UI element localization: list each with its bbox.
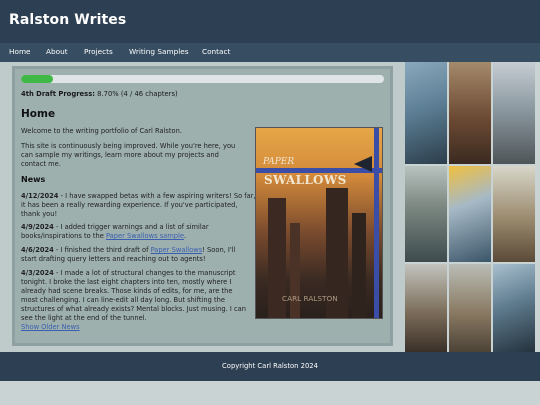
nav-home[interactable]: Home [9, 47, 31, 56]
news-text: see the light at the end of the tunnel. [21, 314, 147, 322]
news-text: most challenging. I can line-edit all da… [21, 296, 225, 304]
gallery-image-mech-robot[interactable] [449, 166, 491, 262]
news-heading: News [21, 175, 46, 184]
draft-progress-fill [21, 75, 53, 83]
draft-progress-bar [21, 75, 384, 83]
news-text: - I made a lot of structural changes to … [53, 269, 236, 277]
news-date: 4/12/2024 [21, 192, 59, 200]
news-text: tonight. I broke the last eight chapters… [21, 278, 232, 286]
cover-stripe [374, 128, 379, 318]
cover-author: CARL RALSTON [282, 294, 338, 303]
intro-text-2b: can sample my writings, learn more about… [21, 151, 219, 159]
gallery-image-harbor-city[interactable] [405, 166, 447, 262]
cover-title-main: SWALLOWS [264, 173, 347, 187]
gallery-image-steampunk-street[interactable] [449, 62, 491, 164]
cover-art [352, 213, 366, 318]
swallow-icon [354, 156, 372, 172]
intro-text-2c: contact me. [21, 160, 61, 168]
news-text: - I have swapped betas with a few aspiri… [58, 192, 256, 200]
news-text: books/inspirations to the [21, 232, 106, 240]
gallery-image-mech-robot[interactable] [493, 264, 535, 352]
intro-text-2a: This site is continuously being improved… [21, 142, 236, 150]
news-text: . [184, 232, 187, 240]
book-cover-paper-swallows[interactable]: PAPER SWALLOWS CARL RALSTON [255, 127, 383, 319]
main-nav: Home About Projects Writing Samples Cont… [0, 43, 540, 62]
news-text-line: books/inspirations to the Paper Swallows… [21, 232, 186, 241]
news-text: it has been a really rewarding experienc… [21, 201, 238, 209]
news-text: - I finished the third draft of [53, 246, 151, 254]
nav-about[interactable]: About [46, 47, 68, 56]
intro-text-1: Welcome to the writing portfolio of Carl… [21, 127, 182, 135]
gallery-image-dock[interactable] [449, 264, 491, 352]
gallery-image-castle[interactable] [493, 166, 535, 262]
home-heading: Home [21, 108, 56, 120]
news-text: - I added trigger warnings and a list of… [53, 223, 209, 231]
site-header: Ralston Writes [0, 0, 540, 43]
news-text: thank you! [21, 210, 58, 218]
copyright-text: Copyright Carl Ralston 2024 [222, 362, 318, 370]
cover-art [290, 223, 300, 318]
cover-title-top: PAPER [263, 157, 295, 167]
image-gallery [405, 62, 540, 352]
news-item-1: 4/9/2024 - I added trigger warnings and … [21, 223, 209, 232]
paper-swallows-link[interactable]: Paper Swallows [151, 246, 203, 254]
news-item-2: 4/6/2024 - I finished the third draft of… [21, 246, 235, 255]
news-text: start drafting query letters and reachin… [21, 255, 206, 263]
site-footer: Copyright Carl Ralston 2024 [0, 352, 540, 381]
progress-label: 4th Draft Progress: [21, 90, 95, 98]
show-older-news-link[interactable]: Show Older News [21, 323, 80, 332]
gallery-image-pagoda[interactable] [405, 264, 447, 352]
news-date: 4/3/2024 [21, 269, 54, 277]
gallery-image-mountain-town[interactable] [493, 62, 535, 164]
paper-swallows-sample-link[interactable]: Paper Swallows sample [106, 232, 184, 240]
news-date: 4/9/2024 [21, 223, 54, 231]
news-item-0: 4/12/2024 - I have swapped betas with a … [21, 192, 256, 201]
nav-projects[interactable]: Projects [84, 47, 113, 56]
site-title[interactable]: Ralston Writes [9, 12, 126, 28]
gallery-image-mech-robot[interactable] [405, 62, 447, 164]
draft-progress-text: 4th Draft Progress: 8.70% (4 / 46 chapte… [21, 90, 178, 98]
progress-value: 8.70% (4 / 46 chapters) [94, 90, 178, 98]
news-text: already had scene breaks. Those kinds of… [21, 287, 233, 295]
news-date: 4/6/2024 [21, 246, 54, 254]
nav-writing-samples[interactable]: Writing Samples [129, 47, 189, 56]
news-text: structures of what already exists? Menta… [21, 305, 246, 313]
news-text: ! Soon, I'll [202, 246, 236, 254]
nav-contact[interactable]: Contact [202, 47, 230, 56]
news-item-3: 4/3/2024 - I made a lot of structural ch… [21, 269, 236, 278]
